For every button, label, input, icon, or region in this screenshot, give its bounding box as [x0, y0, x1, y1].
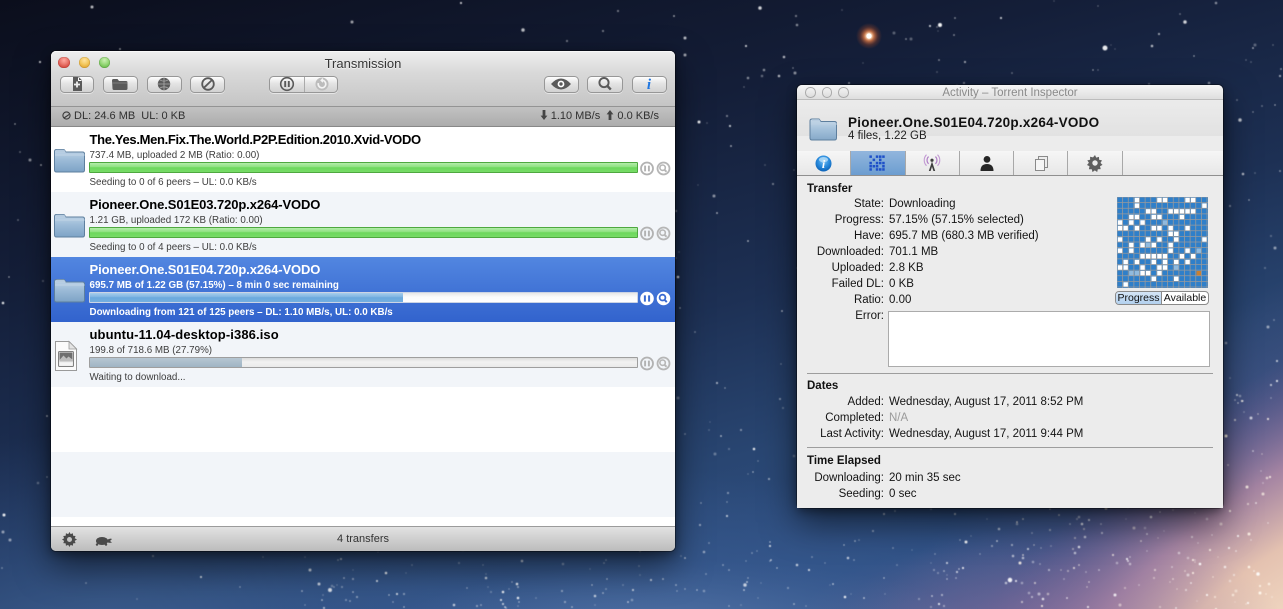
svg-text:i: i: [647, 77, 652, 92]
